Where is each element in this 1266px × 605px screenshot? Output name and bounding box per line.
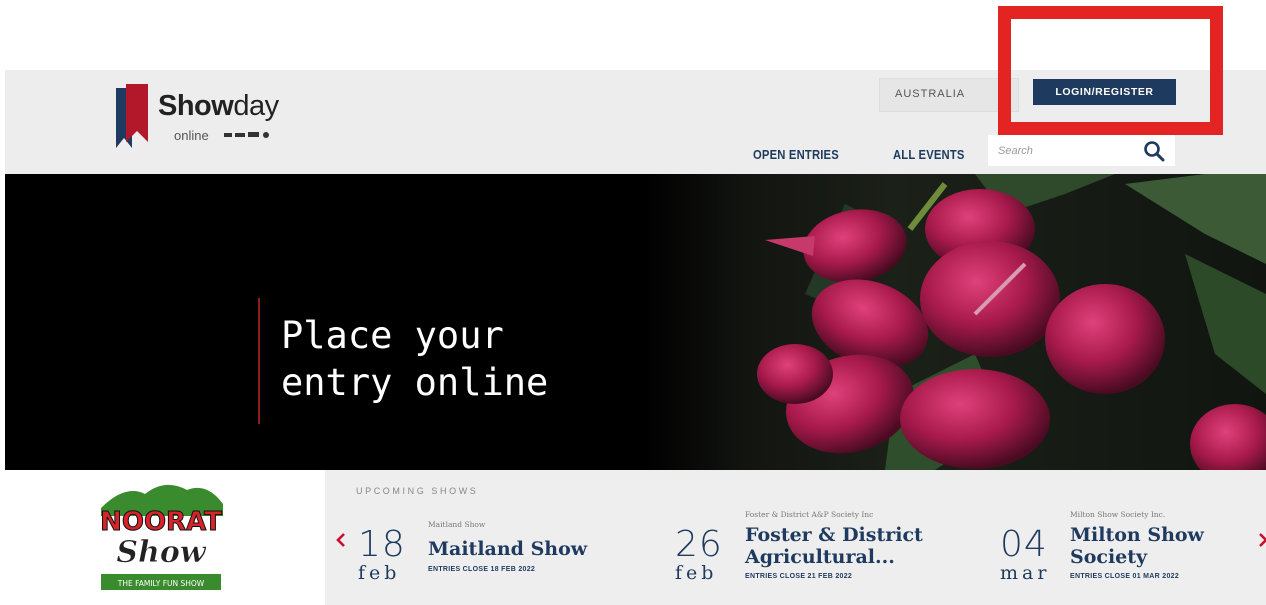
site-header: Showday online AUSTRALIA LOGIN/REGISTER … — [5, 70, 1266, 174]
show-month: feb — [358, 562, 401, 584]
search-box — [988, 135, 1175, 166]
chevron-down-icon — [1000, 91, 1010, 97]
show-card-milton[interactable]: 04 mar Milton Show Society Inc. Milton S… — [1000, 510, 1250, 590]
show-name-line-1: Foster & District — [745, 524, 923, 546]
search-icon[interactable] — [1143, 140, 1165, 162]
show-card-maitland[interactable]: 18 feb Maitland Show Maitland Show ENTRI… — [358, 510, 658, 590]
search-input[interactable] — [988, 135, 1138, 166]
chevron-right-icon[interactable] — [1257, 532, 1266, 548]
logo-subtitle: online — [174, 128, 209, 143]
hero-line-1: Place your — [281, 314, 504, 357]
upcoming-shows-label: UPCOMING SHOWS — [356, 486, 479, 496]
show-society: Maitland Show — [428, 520, 486, 529]
show-card-foster[interactable]: 26 feb Foster & District A&P Society Inc… — [675, 510, 955, 590]
noorat-title: NOORAT — [100, 507, 222, 537]
farm-animals-icon — [224, 132, 269, 138]
hero-line-2: entry online — [281, 361, 549, 404]
upcoming-shows-strip: UPCOMING SHOWS 18 feb Maitland Show Mait… — [325, 470, 1266, 605]
upcoming-section: NOORAT Show THE FAMILY FUN SHOW UPCOMING… — [5, 470, 1266, 605]
show-name-line-1: Milton Show — [1070, 524, 1204, 546]
radish-photo — [757, 174, 1266, 470]
country-selected-value: AUSTRALIA — [895, 88, 966, 100]
show-name-line-1: Maitland Show — [428, 538, 588, 560]
noorat-script: Show — [116, 535, 206, 570]
country-select[interactable]: AUSTRALIA — [879, 78, 1019, 112]
nav-open-entries[interactable]: OPEN ENTRIES — [753, 148, 839, 162]
hero-accent-rule — [258, 298, 260, 424]
show-month: feb — [675, 562, 718, 584]
ribbon-icon — [116, 84, 148, 148]
noorat-tagline: THE FAMILY FUN SHOW — [117, 579, 205, 588]
show-society: Milton Show Society Inc. — [1070, 510, 1166, 519]
show-entries-close: ENTRIES CLOSE 18 FEB 2022 — [428, 566, 536, 573]
show-day: 18 — [358, 524, 406, 565]
hero-banner: Place your entry online — [5, 174, 1266, 470]
hero-headline: Place your entry online — [281, 312, 621, 406]
noorat-show-logo[interactable]: NOORAT Show THE FAMILY FUN SHOW — [95, 476, 227, 597]
logo-wordmark: Showday — [158, 90, 279, 122]
page-caption-fragment — [0, 0, 1000, 46]
login-register-button[interactable]: LOGIN/REGISTER — [1033, 79, 1176, 105]
show-society: Foster & District A&P Society Inc — [745, 510, 874, 519]
show-name: Milton Show Society — [1070, 524, 1204, 568]
show-entries-close: ENTRIES CLOSE 21 FEB 2022 — [745, 573, 853, 580]
show-name-line-2: Agricultural... — [745, 546, 895, 568]
show-month: mar — [1000, 562, 1051, 584]
show-day: 04 — [1000, 524, 1048, 565]
show-name: Maitland Show — [428, 538, 587, 560]
nav-all-events[interactable]: ALL EVENTS — [893, 148, 965, 162]
showday-logo[interactable]: Showday online — [112, 84, 292, 156]
show-name: Foster & District Agricultural... — [745, 524, 923, 568]
show-day: 26 — [675, 524, 723, 565]
chevron-left-icon[interactable] — [335, 532, 347, 548]
show-name-line-2: Society — [1070, 546, 1148, 568]
show-entries-close: ENTRIES CLOSE 01 MAR 2022 — [1070, 573, 1180, 580]
